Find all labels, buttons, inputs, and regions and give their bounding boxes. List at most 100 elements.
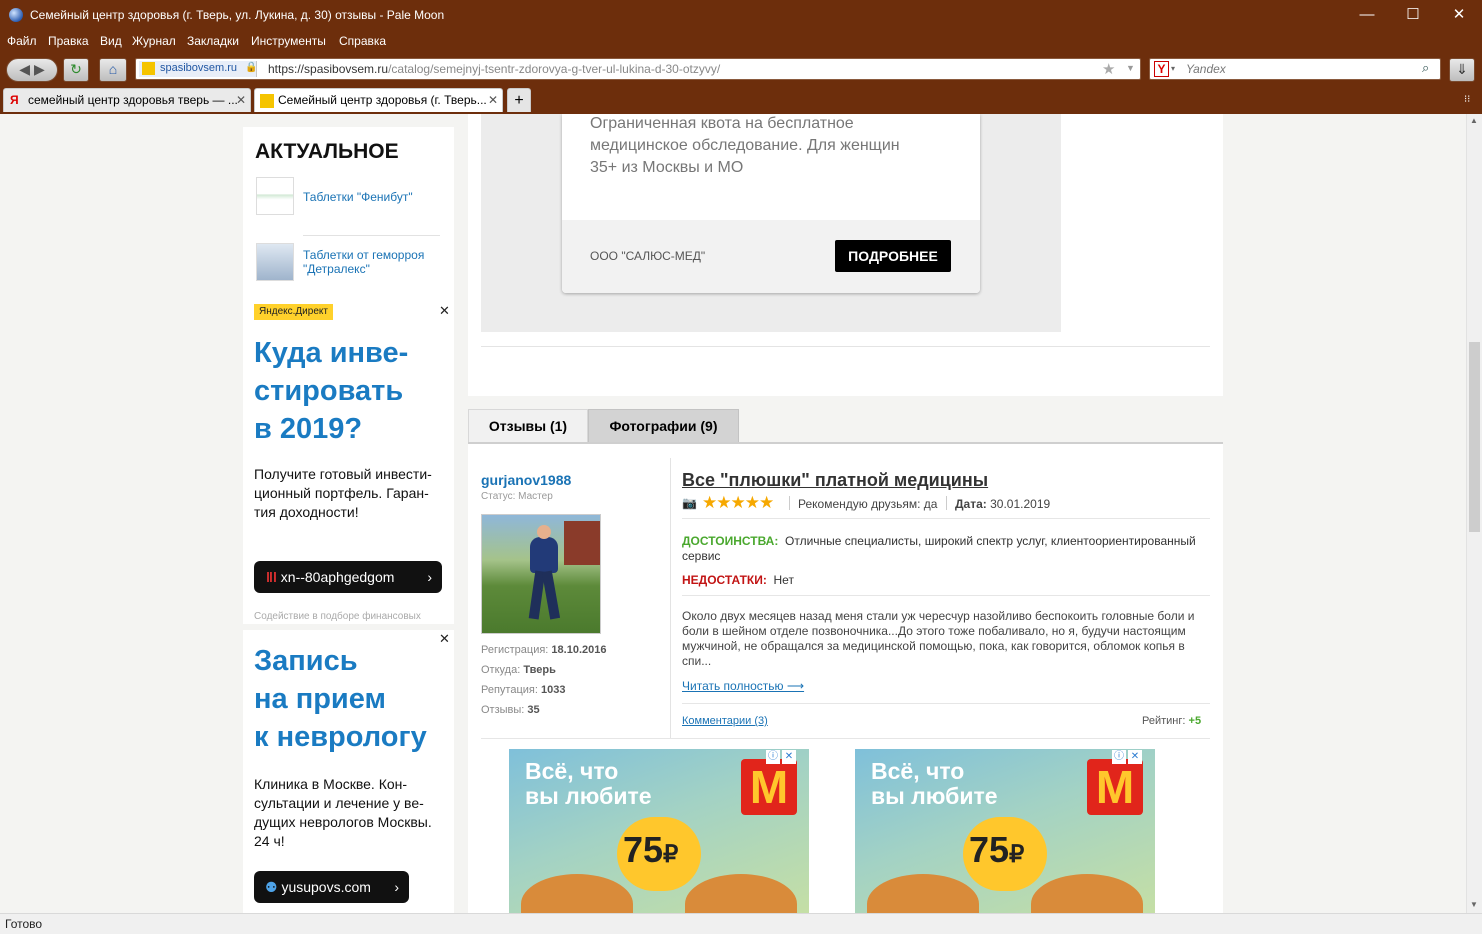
ad-close-icon[interactable]: ✕ [782, 750, 796, 764]
yandex-direct-ad-1[interactable]: Яндекс.Директ ✕ Куда инве- стировать в 2… [243, 302, 454, 624]
ad1-headline-1[interactable]: Куда инве- [254, 334, 408, 372]
sidebar-item-fenibut[interactable]: Таблетки "Фенибут" [303, 190, 413, 204]
address-bar[interactable]: spasibovsem.ru 🔒 https://spasibovsem.ru/… [135, 58, 1141, 80]
menu-tools[interactable]: Инструменты [251, 34, 326, 48]
ad1-footer: Содействие в подборе финансовых [254, 611, 421, 622]
ad-close-icon[interactable]: ✕ [439, 303, 450, 319]
search-input[interactable]: Yandex [1186, 62, 1226, 76]
reg-label: Регистрация: [481, 644, 549, 656]
downloads-button[interactable]: ⇓ [1449, 58, 1475, 82]
top-ad-line-2: медицинское обследование. Для женщин [590, 137, 900, 154]
comments-link[interactable]: Комментарии (3) [682, 715, 768, 727]
bookmark-star-icon[interactable]: ★ [1102, 60, 1115, 78]
home-icon: ⌂ [108, 61, 118, 77]
top-ad-card[interactable]: Ограниченная квота на бесплатное медицин… [562, 114, 980, 293]
divider [682, 518, 1210, 519]
yandex-direct-badge: Яндекс.Директ [254, 304, 333, 320]
camera-icon: 📷 [682, 496, 697, 510]
forward-arrow-icon[interactable]: ▶ [34, 61, 45, 77]
window-title: Семейный центр здоровья (г. Тверь, ул. Л… [30, 8, 445, 22]
new-tab-button[interactable]: + [507, 88, 531, 112]
window-title-bar: Семейный центр здоровья (г. Тверь, ул. Л… [0, 0, 1482, 32]
divider [682, 595, 1210, 596]
tab-photos[interactable]: Фотографии (9) [588, 409, 739, 443]
ad-info-icon[interactable]: ⓘ [1112, 750, 1126, 764]
reload-icon: ↻ [70, 61, 82, 77]
ad1-headline-2[interactable]: стировать [254, 372, 403, 410]
tab-list-icon[interactable]: ⁝⁝ [1464, 94, 1470, 105]
fenibut-thumbnail[interactable] [256, 177, 294, 215]
price-value: 75 [969, 829, 1010, 870]
yandex-direct-ad-2[interactable]: ✕ Запись на прием к неврологу Клиника в … [243, 630, 454, 913]
burger-image [685, 874, 797, 913]
menu-bookmarks[interactable]: Закладки [187, 34, 239, 48]
download-icon: ⇓ [1456, 61, 1468, 77]
url-dropdown-icon[interactable]: ▼ [1126, 63, 1135, 73]
author-username[interactable]: gurjanov1988 [481, 472, 571, 488]
author-status: Статус: Мастер [481, 491, 553, 502]
actual-title: АКТУАЛЬНОЕ [255, 140, 399, 163]
tab-close-icon[interactable]: ✕ [488, 89, 498, 112]
cons-label: НЕДОСТАТКИ: [682, 573, 767, 587]
tab-close-icon[interactable]: ✕ [236, 89, 246, 112]
mcdonalds-ad-right[interactable]: Всё, что вы любите M ⓘ ✕ 75₽ [855, 749, 1155, 913]
scroll-up-icon[interactable]: ▲ [1470, 116, 1478, 125]
review-title[interactable]: Все "плюшки" платной медицины [682, 470, 988, 491]
maximize-button[interactable]: ☐ [1390, 0, 1436, 32]
ad1-headline-3[interactable]: в 2019? [254, 410, 362, 448]
engine-dropdown-icon[interactable]: ▾ [1171, 64, 1175, 73]
detralex-thumbnail[interactable] [256, 243, 294, 281]
top-ad-more-button[interactable]: ПОДРОБНЕЕ [835, 240, 951, 272]
read-more-link[interactable]: Читать полностью ⟶ [682, 679, 804, 693]
author-avatar[interactable] [481, 514, 601, 634]
site-favicon-icon [142, 62, 155, 75]
search-icon[interactable]: ⌕ [1422, 60, 1429, 76]
ad2-headline-3[interactable]: к неврологу [254, 718, 427, 756]
ad-close-icon[interactable]: ✕ [1128, 750, 1142, 764]
url-text[interactable]: https://spasibovsem.ru/catalog/semejnyj-… [268, 62, 720, 76]
tab-spasibovsem[interactable]: Семейный центр здоровья (г. Тверь... ✕ [254, 88, 503, 112]
menu-file[interactable]: Файл [7, 34, 37, 48]
burger-image [867, 874, 979, 913]
menu-help[interactable]: Справка [339, 34, 386, 48]
ad-info-icon[interactable]: ⓘ [766, 750, 780, 764]
top-ad-line-1: Ограниченная квота на бесплатное [590, 115, 854, 132]
divider [946, 496, 947, 510]
sidebar-item-detralex[interactable]: Таблетки от геморроя "Детралекс" [303, 248, 443, 276]
reload-button[interactable]: ↻ [63, 58, 89, 82]
mc-ad-line-2: вы любите [871, 783, 998, 809]
back-forward-button[interactable]: ◀ ▶ [6, 58, 58, 82]
site-identity[interactable]: spasibovsem.ru 🔒 [139, 61, 257, 77]
vertical-scrollbar[interactable]: ▲ ▼ [1466, 114, 1482, 913]
scroll-down-icon[interactable]: ▼ [1470, 900, 1478, 909]
mcdonalds-ad-left[interactable]: Всё, что вы любите M ⓘ ✕ 75₽ [509, 749, 809, 913]
status-text: Готово [5, 917, 43, 931]
menu-history[interactable]: Журнал [132, 34, 176, 48]
ad2-headline-1[interactable]: Запись [254, 642, 358, 680]
back-arrow-icon[interactable]: ◀ [19, 61, 30, 77]
search-bar[interactable]: Y ▾ Yandex ⌕ [1149, 58, 1441, 80]
tab-reviews[interactable]: Отзывы (1) [468, 409, 588, 443]
ad1-visit-button[interactable]: ǁǀ xn--80aphgedgom › [254, 561, 442, 593]
home-button[interactable]: ⌂ [99, 58, 127, 82]
ad1-button-label: xn--80aphgedgom [280, 569, 395, 585]
status-label: Статус: [481, 491, 516, 502]
yandex-logo-icon[interactable]: Y [1154, 61, 1169, 77]
rating-label: Рейтинг: [1142, 715, 1186, 727]
minimize-button[interactable]: — [1344, 0, 1390, 32]
close-button[interactable]: ✕ [1436, 0, 1482, 32]
ad2-headline-2[interactable]: на прием [254, 680, 386, 718]
scrollbar-thumb[interactable] [1469, 342, 1480, 532]
tab-yandex[interactable]: Я семейный центр здоровья тверь — ... ✕ [3, 88, 251, 112]
mcdonalds-logo-icon: M [741, 759, 797, 815]
lock-icon: 🔒 [245, 62, 258, 73]
price-currency: ₽ [663, 841, 679, 868]
menu-view[interactable]: Вид [100, 34, 122, 48]
ad-close-icon[interactable]: ✕ [439, 631, 450, 647]
menu-edit[interactable]: Правка [48, 34, 89, 48]
review-rating: Рейтинг: +5 [1142, 715, 1201, 727]
plus-icon: + [514, 92, 524, 109]
actual-widget: АКТУАЛЬНОЕ Таблетки "Фенибут" Таблетки о… [243, 127, 454, 302]
ad2-visit-button[interactable]: ⚉ yusupovs.com › [254, 871, 409, 903]
top-ad-footer: ООО "САЛЮС-МЕД" ПОДРОБНЕЕ [562, 220, 980, 293]
